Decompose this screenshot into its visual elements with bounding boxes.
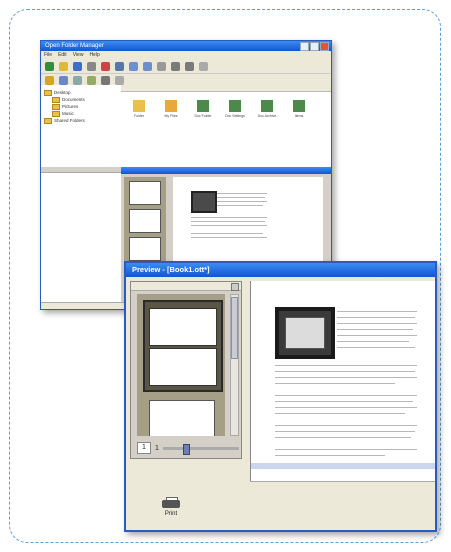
folder-up-icon[interactable] <box>45 75 54 85</box>
copy-icon[interactable] <box>115 61 124 71</box>
menu-view[interactable]: View <box>73 51 84 59</box>
views-icon[interactable] <box>199 61 208 71</box>
file-manager-titlebar: Open Folder Manager <box>41 41 331 51</box>
menu-bar: File Edit View Help <box>41 51 331 59</box>
folder-icon <box>44 117 52 124</box>
file-item[interactable]: Folder <box>127 100 151 118</box>
details-pane <box>41 167 122 309</box>
address-bar[interactable] <box>121 85 331 92</box>
document-preview <box>250 281 435 481</box>
menu-help[interactable]: Help <box>89 51 99 59</box>
printer-icon <box>162 497 180 509</box>
forward-arrow-icon[interactable] <box>143 61 152 71</box>
tools-icon[interactable] <box>87 75 96 85</box>
file-list-pane: Folder My Files Doc Folder Doc Settings … <box>121 85 331 167</box>
minimize-button[interactable] <box>300 42 309 51</box>
page-total: 1 <box>155 444 159 452</box>
document-image <box>191 191 217 213</box>
preview-title: Preview - [Book1.ott*] <box>126 263 435 277</box>
thumbnail-scrollbar[interactable] <box>230 294 239 436</box>
folder-icon <box>52 96 60 103</box>
up-arrow-icon[interactable] <box>157 61 166 71</box>
menu-edit[interactable]: Edit <box>58 51 67 59</box>
file-item[interactable]: Items <box>287 100 311 118</box>
selection-highlight <box>251 463 435 469</box>
tree-item[interactable]: Documents <box>44 96 118 103</box>
folder-icon <box>44 89 52 96</box>
folder-icon <box>52 103 60 110</box>
page-number-field[interactable]: 1 <box>137 442 151 454</box>
file-manager-title: Open Folder Manager <box>45 43 104 49</box>
open-folder-icon[interactable] <box>59 61 68 71</box>
thumbnail-strip <box>137 294 225 436</box>
zoom-icon[interactable] <box>185 61 194 71</box>
folder-icon <box>133 100 145 112</box>
main-toolbar <box>41 59 331 74</box>
print-preview-window: Preview - [Book1.ott*] 1 1 Print <box>124 261 437 532</box>
page-thumbnail <box>149 348 217 386</box>
page-navigation: 1 1 <box>137 441 239 455</box>
document-icon <box>197 100 209 112</box>
file-item[interactable]: Doc Archive <box>255 100 279 118</box>
back-arrow-icon[interactable] <box>129 61 138 71</box>
zoom-slider[interactable] <box>162 443 239 455</box>
refresh-icon[interactable] <box>73 75 82 85</box>
new-icon[interactable] <box>45 61 54 71</box>
page-thumbnail <box>149 308 217 346</box>
page-thumbnail[interactable] <box>149 400 215 436</box>
document-icon <box>229 100 241 112</box>
maximize-button[interactable] <box>310 42 319 51</box>
file-item[interactable]: Doc Settings <box>223 100 247 118</box>
preview-titlebar <box>121 167 331 174</box>
delete-icon[interactable] <box>101 61 110 71</box>
page-thumbnail[interactable] <box>129 181 161 205</box>
print-icon[interactable] <box>101 75 110 85</box>
file-item[interactable]: Doc Folder <box>191 100 215 118</box>
folder-icon <box>165 100 177 112</box>
folder-tree: Desktop Documents Pictures Music Shared … <box>41 85 122 167</box>
document-icon <box>261 100 273 112</box>
file-item[interactable]: My Files <box>159 100 183 118</box>
page-thumbnails-pane: 1 1 <box>130 281 242 459</box>
search-icon[interactable] <box>171 61 180 71</box>
tree-item[interactable]: Music <box>44 110 118 117</box>
document-image <box>275 307 335 359</box>
preview-command-bar: Print <box>126 489 435 530</box>
print-button[interactable]: Print <box>156 497 186 517</box>
page-thumbnail[interactable] <box>129 209 161 233</box>
tree-item[interactable]: Pictures <box>44 103 118 110</box>
properties-icon[interactable] <box>59 75 68 85</box>
document-icon <box>293 100 305 112</box>
selected-page-thumbnail[interactable] <box>143 300 223 392</box>
options-icon[interactable] <box>115 75 124 85</box>
menu-file[interactable]: File <box>44 51 52 59</box>
tree-item[interactable]: Desktop <box>44 89 118 96</box>
page-thumbnail[interactable] <box>129 237 161 261</box>
save-icon[interactable] <box>73 61 82 71</box>
cut-icon[interactable] <box>87 61 96 71</box>
print-label: Print <box>164 511 178 517</box>
close-pane-button[interactable] <box>231 283 239 291</box>
tree-item[interactable]: Shared Folders <box>44 117 118 124</box>
folder-icon <box>52 110 60 117</box>
close-button[interactable] <box>320 42 329 51</box>
